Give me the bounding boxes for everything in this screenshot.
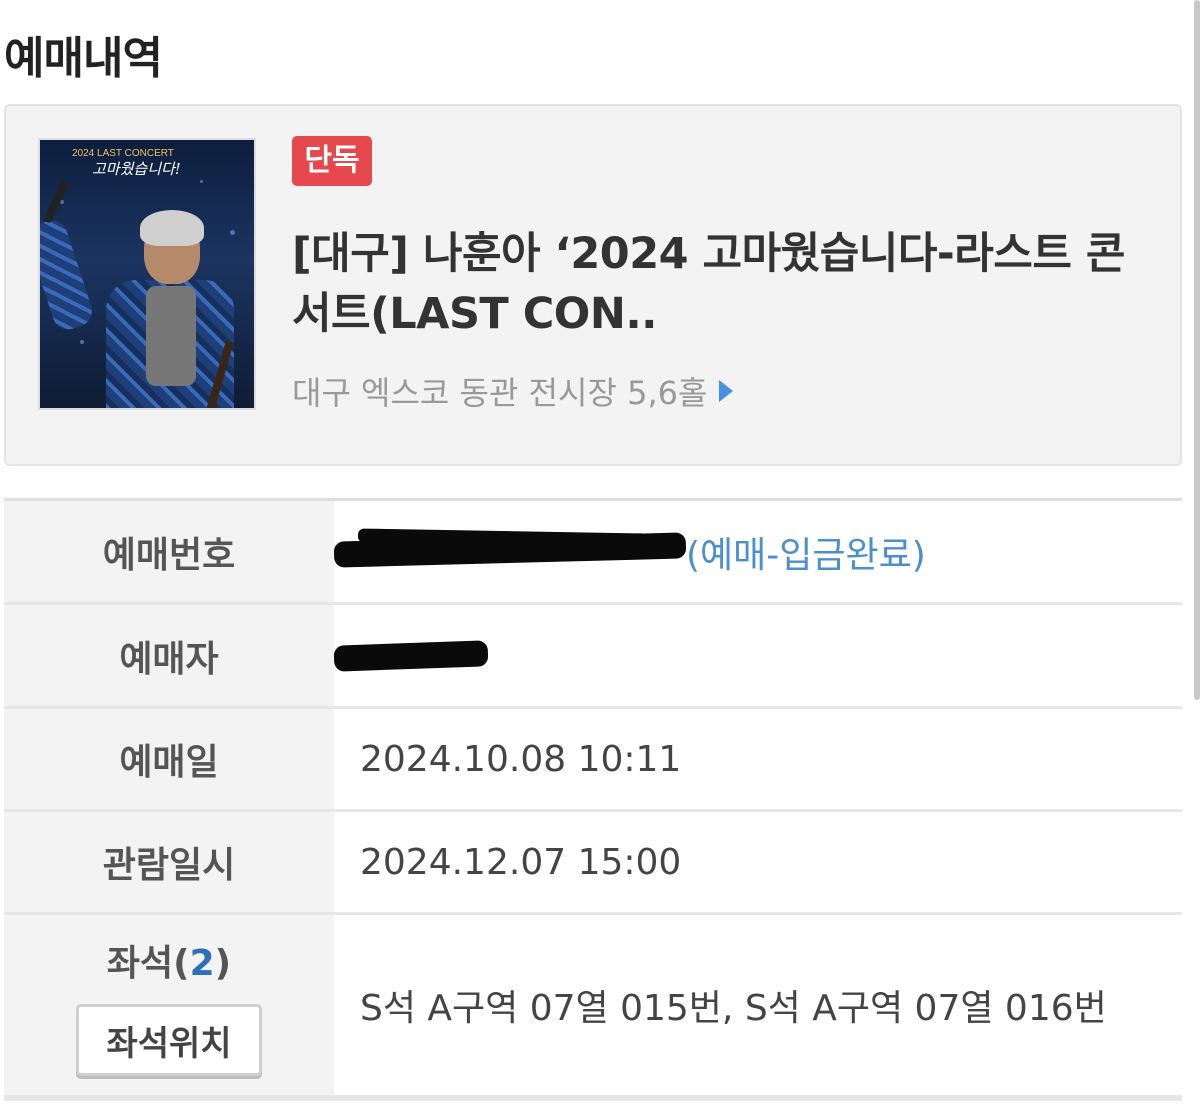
divider — [4, 1098, 1182, 1101]
booker-value — [333, 605, 1182, 706]
poster-figure-shirt — [146, 286, 196, 386]
redaction-mark — [333, 640, 489, 672]
booking-number-value[interactable]: (예매-입금완료) — [333, 501, 1182, 602]
seats-label-text: 좌석( — [106, 943, 190, 984]
seat-location-button[interactable]: 좌석위치 — [76, 1004, 262, 1076]
poster-figure-hair — [140, 210, 204, 246]
row-booker: 예매자 — [4, 605, 1182, 709]
page-title: 예매내역 — [4, 33, 163, 84]
seats-label-cell: 좌석(2) 좌석위치 — [4, 915, 334, 1095]
row-view-datetime: 관람일시 2024.12.07 15:00 — [4, 812, 1182, 915]
booker-label: 예매자 — [4, 605, 334, 706]
view-datetime-label: 관람일시 — [4, 812, 334, 912]
row-booking-date: 예매일 2024.10.08 10:11 — [4, 709, 1182, 812]
poster-figure-arm — [40, 216, 97, 334]
seat-count: 2 — [189, 943, 215, 984]
microphone-icon — [43, 180, 69, 224]
venue-link[interactable]: 대구 엑스코 동관 전시장 5,6홀 — [292, 368, 734, 414]
event-poster-image[interactable]: 2024 LAST CONCERT 고마웠습니다! — [38, 138, 256, 410]
row-seats: 좌석(2) 좌석위치 S석 A구역 07열 015번, S석 A구역 07열 0… — [4, 915, 1182, 1098]
row-booking-number: 예매번호 (예매-입금완료) — [4, 501, 1182, 605]
booking-date-value: 2024.10.08 10:11 — [334, 709, 1182, 809]
scrollbar[interactable] — [1194, 0, 1200, 700]
view-datetime-value: 2024.12.07 15:00 — [334, 812, 1182, 912]
booking-details-table: 예매번호 (예매-입금완료) 예매자 예매일 2024.10.08 10:11 … — [4, 498, 1182, 1098]
venue-label: 대구 엑스코 동관 전시장 5,6홀 — [292, 374, 708, 412]
booking-number-label: 예매번호 — [4, 501, 334, 602]
triangle-right-icon — [719, 380, 734, 402]
poster-title-text: 고마웠습니다! — [92, 160, 181, 178]
event-title[interactable]: [대구] 나훈아 ‘2024 고마웠습니다-라스트 콘서트(LAST CON.. — [292, 224, 1152, 344]
booking-status-link[interactable]: (예매-입금완료) — [686, 526, 926, 578]
seats-value: S석 A구역 07열 015번, S석 A구역 07열 016번 — [334, 915, 1182, 1095]
booking-date-label: 예매일 — [4, 709, 334, 809]
seats-label: 좌석(2) — [107, 934, 231, 986]
seats-label-close: ) — [214, 943, 232, 984]
exclusive-badge: 단독 — [292, 136, 372, 186]
event-card[interactable]: 2024 LAST CONCERT 고마웠습니다! 단독 [대구] 나훈아 ‘2… — [4, 104, 1182, 466]
